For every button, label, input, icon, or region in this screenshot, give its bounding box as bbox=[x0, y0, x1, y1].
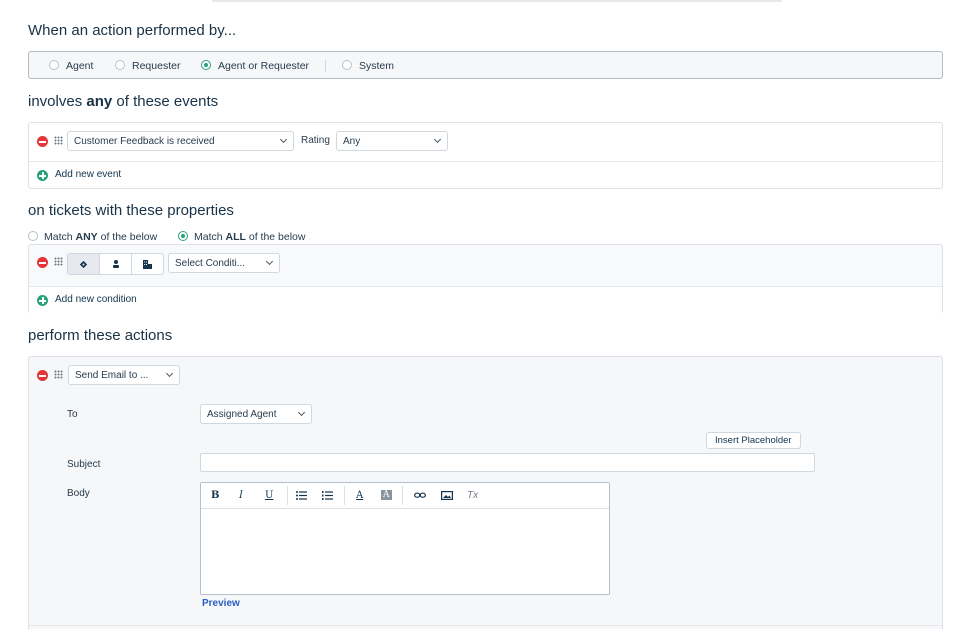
actions-heading: perform these actions bbox=[28, 327, 173, 344]
select-value: Send Email to ... bbox=[75, 370, 149, 381]
radio-icon bbox=[115, 60, 125, 70]
radio-icon bbox=[49, 60, 59, 70]
events-panel: Customer Feedback is received Rating Any… bbox=[28, 122, 943, 189]
rating-label: Rating bbox=[301, 135, 330, 146]
chevron-down-icon bbox=[297, 408, 306, 417]
chevron-down-icon bbox=[433, 135, 442, 144]
select-value: Any bbox=[343, 136, 361, 147]
radio-icon bbox=[342, 60, 352, 70]
toolbar-separator bbox=[402, 486, 403, 505]
preview-link[interactable]: Preview bbox=[202, 598, 240, 609]
add-icon[interactable] bbox=[37, 295, 48, 306]
events-heading: involves any of these events bbox=[28, 93, 218, 110]
toolbar-separator bbox=[344, 486, 345, 505]
actions-panel: Send Email to ... To Assigned Agent Inse… bbox=[28, 356, 943, 629]
drag-handle-icon[interactable] bbox=[54, 370, 63, 379]
clear-format-icon[interactable]: Tx bbox=[467, 490, 478, 501]
radio-label-emphasis: ALL bbox=[225, 231, 246, 243]
to-select[interactable]: Assigned Agent bbox=[200, 404, 312, 424]
ticket-type-tab[interactable] bbox=[68, 254, 100, 274]
radio-label: Requester bbox=[132, 60, 181, 72]
radio-requester[interactable]: Requester bbox=[115, 60, 180, 72]
top-divider bbox=[212, 0, 782, 2]
radio-label: of the below bbox=[97, 231, 158, 243]
remove-event-icon[interactable] bbox=[37, 136, 48, 147]
properties-heading: on tickets with these properties bbox=[28, 202, 234, 219]
drag-handle-icon[interactable] bbox=[54, 136, 63, 145]
chevron-down-icon bbox=[265, 257, 274, 266]
drag-handle-icon[interactable] bbox=[54, 257, 63, 266]
radio-label: Match bbox=[44, 231, 76, 243]
heading-text: involves bbox=[28, 93, 87, 110]
add-icon[interactable] bbox=[37, 170, 48, 181]
match-all-radio[interactable]: Match ALL of the below bbox=[178, 231, 305, 243]
font-color-icon[interactable]: A bbox=[356, 490, 363, 501]
condition-select[interactable]: Select Conditi... bbox=[168, 253, 280, 273]
bold-icon[interactable]: B bbox=[211, 490, 219, 501]
performed-by-heading: When an action performed by... bbox=[28, 22, 237, 39]
select-value: Assigned Agent bbox=[207, 409, 277, 420]
add-new-condition-link[interactable]: Add new condition bbox=[55, 294, 137, 305]
conditions-panel: Select Conditi... Add new condition bbox=[28, 244, 943, 314]
subject-input[interactable] bbox=[200, 453, 815, 472]
bulleted-list-icon[interactable] bbox=[296, 491, 307, 503]
add-new-event-link[interactable]: Add new event bbox=[55, 169, 121, 180]
chevron-down-icon bbox=[279, 135, 288, 144]
radio-label-emphasis: ANY bbox=[75, 231, 98, 243]
heading-emphasis: any bbox=[86, 93, 113, 110]
building-icon bbox=[143, 259, 152, 269]
italic-icon[interactable]: I bbox=[239, 490, 243, 501]
panel-divider bbox=[29, 161, 942, 162]
chevron-down-icon bbox=[165, 369, 174, 378]
body-label: Body bbox=[67, 488, 90, 499]
radio-agent[interactable]: Agent bbox=[49, 60, 93, 72]
radio-label: of the below bbox=[245, 231, 306, 243]
remove-condition-icon[interactable] bbox=[37, 257, 48, 268]
panel-footer bbox=[29, 287, 942, 314]
panel-divider bbox=[29, 625, 942, 626]
insert-placeholder-button[interactable]: Insert Placeholder bbox=[706, 432, 801, 449]
user-icon bbox=[112, 260, 119, 268]
background-color-icon[interactable]: A bbox=[381, 490, 392, 500]
to-label: To bbox=[67, 409, 78, 420]
radio-agent-or-requester[interactable]: Agent or Requester bbox=[201, 60, 309, 72]
requester-type-tab[interactable] bbox=[100, 254, 132, 274]
heading-text: of these events bbox=[112, 93, 219, 110]
body-editor: B I U A A Tx bbox=[200, 482, 610, 595]
select-value: Select Conditi... bbox=[175, 258, 246, 269]
radio-selected-icon bbox=[178, 231, 188, 241]
radio-label: System bbox=[359, 60, 395, 72]
event-select[interactable]: Customer Feedback is received bbox=[67, 131, 294, 151]
numbered-list-icon[interactable] bbox=[322, 491, 333, 503]
radio-system[interactable]: System bbox=[342, 60, 394, 72]
ticket-icon bbox=[79, 260, 88, 268]
radio-label: Agent or Requester bbox=[218, 60, 310, 72]
image-icon[interactable] bbox=[441, 491, 454, 503]
subject-label: Subject bbox=[67, 459, 101, 470]
rating-select[interactable]: Any bbox=[336, 131, 448, 151]
action-select[interactable]: Send Email to ... bbox=[68, 365, 180, 385]
select-value: Customer Feedback is received bbox=[74, 136, 215, 147]
remove-action-icon[interactable] bbox=[37, 370, 48, 381]
radio-selected-icon bbox=[201, 60, 211, 70]
radio-icon bbox=[28, 231, 38, 241]
underline-icon[interactable]: U bbox=[265, 490, 273, 501]
company-type-tab[interactable] bbox=[132, 254, 163, 274]
option-separator bbox=[325, 60, 326, 72]
radio-label: Match bbox=[194, 231, 226, 243]
editor-toolbar: B I U A A Tx bbox=[201, 483, 609, 509]
condition-type-switch bbox=[67, 253, 164, 275]
match-any-radio[interactable]: Match ANY of the below bbox=[28, 231, 157, 243]
toolbar-separator bbox=[287, 486, 288, 505]
radio-label: Agent bbox=[66, 60, 94, 72]
performer-radio-group: Agent Requester Agent or Requester Syste… bbox=[28, 51, 943, 79]
link-icon[interactable] bbox=[414, 491, 426, 503]
